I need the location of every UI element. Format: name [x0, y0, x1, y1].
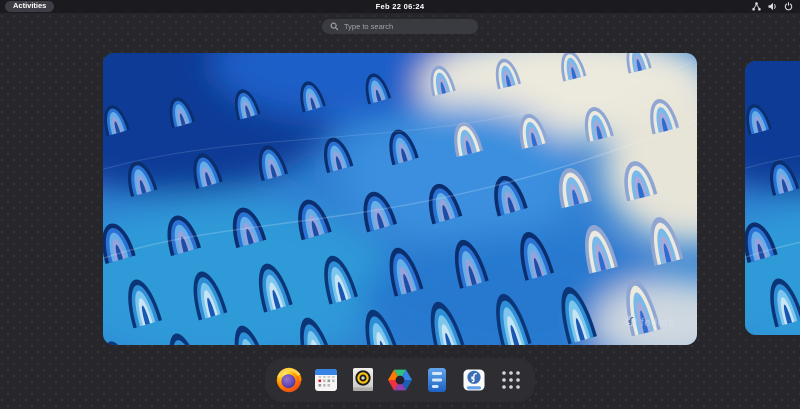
- system-menu-button[interactable]: [752, 0, 793, 13]
- dock-item-files[interactable]: [422, 365, 452, 395]
- fedora-wallpaper: [103, 53, 697, 345]
- network-icon: [752, 2, 761, 11]
- dock-item-firefox[interactable]: [274, 365, 304, 395]
- workspace-thumbnail-next[interactable]: [745, 61, 800, 335]
- overview-background: Activities Feb 22 06:24: [0, 0, 800, 409]
- top-bar: Activities Feb 22 06:24: [0, 0, 800, 13]
- search-icon: [330, 18, 339, 36]
- workspace-thumbnail-current[interactable]: fedora: [103, 53, 697, 345]
- files-icon: [423, 366, 451, 394]
- show-apps-button[interactable]: [496, 365, 526, 395]
- dock-item-photos[interactable]: [385, 365, 415, 395]
- activities-button[interactable]: Activities: [5, 1, 54, 12]
- dock-item-fedora-installer[interactable]: [459, 365, 489, 395]
- clock-button[interactable]: Feb 22 06:24: [376, 2, 425, 11]
- show-apps-icon: [497, 366, 525, 394]
- fedora-installer-icon: [460, 366, 488, 394]
- photos-icon: [386, 366, 414, 394]
- search-input[interactable]: [344, 22, 470, 31]
- dash: [265, 358, 535, 402]
- fedora-wallpaper: [745, 61, 800, 335]
- fedora-logo-icon: [625, 314, 637, 332]
- watermark-text: fedora: [641, 317, 675, 329]
- power-icon: [784, 2, 793, 11]
- dock-item-calendar[interactable]: [311, 365, 341, 395]
- search-bar[interactable]: [322, 19, 478, 34]
- dock-item-music[interactable]: [348, 365, 378, 395]
- music-player-icon: [349, 366, 377, 394]
- firefox-icon: [275, 366, 303, 394]
- fedora-watermark: fedora: [625, 314, 675, 332]
- calendar-icon: [312, 366, 340, 394]
- volume-icon: [768, 2, 777, 11]
